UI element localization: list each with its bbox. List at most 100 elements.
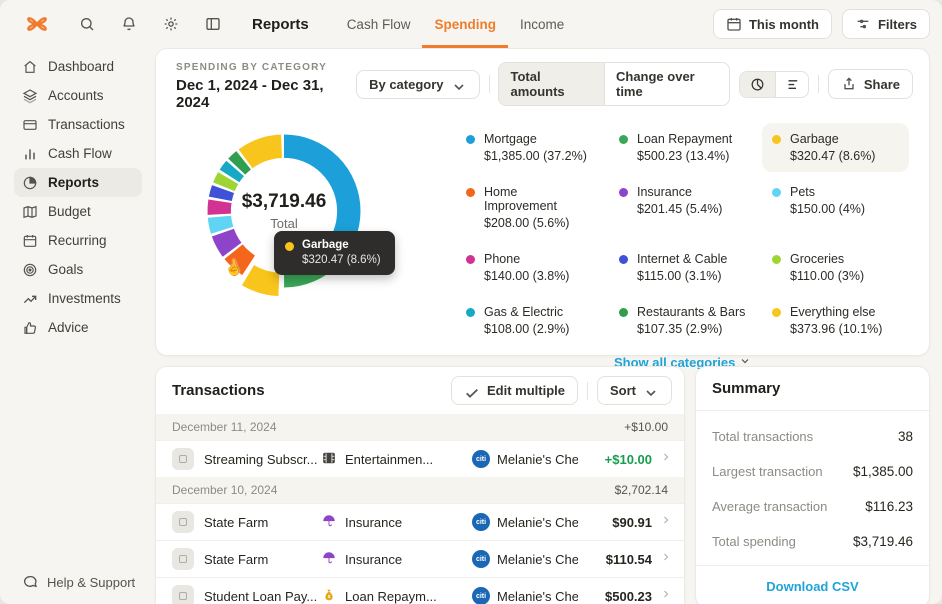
- legend-name: Restaurants & Bars: [637, 305, 746, 319]
- sidebar-item-label: Cash Flow: [48, 146, 112, 161]
- generic-logo-icon: [172, 511, 194, 533]
- tab-spending[interactable]: Spending: [422, 0, 508, 48]
- view-total-amounts[interactable]: Total amounts: [499, 63, 604, 105]
- transaction-row[interactable]: Streaming Subscr... Entertainmen... citi Me…: [156, 440, 684, 477]
- generic-logo-icon: [172, 448, 194, 470]
- transaction-amount: $90.91: [612, 514, 652, 530]
- account-cell: citi Melanie's Check...: [472, 587, 578, 604]
- money-bag-icon: $: [322, 588, 338, 604]
- merchant-name: State Farm: [204, 551, 269, 567]
- help-support-link[interactable]: Help & Support: [22, 574, 135, 590]
- sidebar-item-investments[interactable]: Investments: [14, 284, 142, 313]
- legend-dot: [466, 188, 475, 197]
- legend-name: Mortgage: [484, 132, 537, 146]
- sidebar-item-advice[interactable]: Advice: [14, 313, 142, 342]
- spending-by-category-card: SPENDING BY CATEGORY Dec 1, 2024 - Dec 3…: [155, 48, 930, 370]
- legend-amount: $1,385.00 (37.2%): [484, 149, 587, 163]
- calendar-icon: [22, 233, 38, 249]
- group-date: December 10, 2024: [172, 483, 278, 497]
- legend-amount: $140.00 (3.8%): [484, 269, 570, 283]
- citi-icon: citi: [472, 513, 490, 531]
- legend-amount: $115.00 (3.1%): [637, 269, 722, 283]
- donut-chart-area: $3,719.46 Total Garbage $320.47 (8.6%) ☝: [166, 113, 456, 361]
- legend-amount: $150.00 (4%): [790, 202, 866, 216]
- legend-item-insurance[interactable]: Insurance $201.45 (5.4%): [609, 176, 756, 239]
- layers-icon: [22, 88, 38, 104]
- chevron-right-icon[interactable]: [652, 587, 672, 604]
- chevron-down-icon: [451, 79, 467, 90]
- transaction-amount: $500.23: [605, 588, 652, 604]
- report-tabs: Cash Flow Spending Income: [335, 0, 577, 48]
- sidebar-item-goals[interactable]: Goals: [14, 255, 142, 284]
- legend-item-mortgage[interactable]: Mortgage $1,385.00 (37.2%): [456, 123, 603, 172]
- summary-value: $3,719.46: [852, 534, 913, 549]
- legend-name: Insurance: [637, 185, 692, 199]
- filters-button[interactable]: Filters: [841, 9, 930, 39]
- legend-item-home-improvement[interactable]: Home Improvement $208.00 (5.6%): [456, 176, 603, 239]
- sidebar-item-dashboard[interactable]: Dashboard: [14, 52, 142, 81]
- legend-dot: [619, 135, 628, 144]
- legend-item-gas-electric[interactable]: Gas & Electric $108.00 (2.9%): [456, 296, 603, 345]
- legend-amount: $108.00 (2.9%): [484, 322, 570, 336]
- search-icon[interactable]: [74, 11, 100, 37]
- sort-button[interactable]: Sort: [597, 376, 672, 405]
- date-range-button[interactable]: This month: [712, 9, 832, 39]
- home-icon: [22, 59, 38, 75]
- transaction-row[interactable]: Student Loan Pay... $ Loan Repaym... citi Me…: [156, 577, 684, 604]
- chevron-down-icon: [643, 385, 659, 397]
- svg-text:$: $: [328, 594, 331, 599]
- chevron-right-icon[interactable]: [652, 550, 672, 568]
- legend-item-restaurants-bars[interactable]: Restaurants & Bars $107.35 (2.9%): [609, 296, 756, 345]
- category-cell: $ Loan Repaym...: [322, 588, 472, 604]
- legend-item-loan-repayment[interactable]: Loan Repayment $500.23 (13.4%): [609, 123, 756, 172]
- sidebar-item-recurring[interactable]: Recurring: [14, 226, 142, 255]
- chevron-right-icon[interactable]: [652, 513, 672, 531]
- legend-dot: [466, 255, 475, 264]
- sidebar-item-reports[interactable]: Reports: [14, 168, 142, 197]
- transaction-row[interactable]: State Farm Insurance citi Melanie's Check..…: [156, 503, 684, 540]
- sidebar-item-cash-flow[interactable]: Cash Flow: [14, 139, 142, 168]
- tab-cash-flow[interactable]: Cash Flow: [335, 0, 423, 48]
- app-window: Reports Cash Flow Spending Income This mon…: [0, 0, 942, 604]
- transactions-card: Transactions Edit multiple Sort December…: [155, 366, 685, 604]
- group-by-dropdown[interactable]: By category: [356, 69, 480, 99]
- legend-name: Garbage: [790, 132, 839, 146]
- download-csv-link[interactable]: Download CSV: [696, 565, 929, 604]
- map-icon: [22, 204, 38, 220]
- bars-toggle-icon[interactable]: [775, 71, 807, 97]
- sidebar-item-budget[interactable]: Budget: [14, 197, 142, 226]
- edit-multiple-button[interactable]: Edit multiple: [451, 376, 578, 405]
- transaction-row[interactable]: State Farm Insurance citi Melanie's Check..…: [156, 540, 684, 577]
- legend-item-internet-cable[interactable]: Internet & Cable $115.00 (3.1%): [609, 243, 756, 292]
- gear-icon[interactable]: [158, 11, 184, 37]
- sidebar-item-label: Reports: [48, 175, 100, 190]
- tab-income[interactable]: Income: [508, 0, 576, 48]
- chevron-right-icon[interactable]: [652, 450, 672, 468]
- pie-toggle-icon[interactable]: [740, 71, 776, 97]
- generic-logo-icon: [172, 585, 194, 604]
- category-cell: Entertainmen...: [322, 451, 472, 467]
- umbrella-icon: [322, 514, 338, 530]
- panel-icon[interactable]: [200, 11, 226, 37]
- legend-item-everything-else[interactable]: Everything else $373.96 (10.1%): [762, 296, 909, 345]
- umbrella-icon: [322, 551, 338, 567]
- bell-icon[interactable]: [116, 11, 142, 37]
- legend-name: Gas & Electric: [484, 305, 564, 319]
- summary-card: Summary Total transactions 38 Largest tran…: [695, 366, 930, 604]
- legend-item-phone[interactable]: Phone $140.00 (3.8%): [456, 243, 603, 292]
- sidebar-item-transactions[interactable]: Transactions: [14, 110, 142, 139]
- transaction-date-header: December 10, 2024 $2,702.14: [156, 477, 684, 503]
- chart-tooltip: Garbage $320.47 (8.6%): [274, 231, 395, 275]
- monarch-logo-icon[interactable]: [22, 9, 52, 39]
- legend-dot: [619, 308, 628, 317]
- legend-item-groceries[interactable]: Groceries $110.00 (3%): [762, 243, 909, 292]
- legend-item-pets[interactable]: Pets $150.00 (4%): [762, 176, 909, 239]
- legend-item-garbage[interactable]: Garbage $320.47 (8.6%): [762, 123, 909, 172]
- sidebar-item-accounts[interactable]: Accounts: [14, 81, 142, 110]
- share-button[interactable]: Share: [827, 69, 914, 99]
- bar-chart-icon: [22, 146, 38, 162]
- view-change-over-time[interactable]: Change over time: [603, 63, 729, 105]
- chart-type-toggle: [739, 70, 809, 98]
- category-cell: Insurance: [322, 551, 472, 567]
- summary-value: 38: [897, 429, 913, 444]
